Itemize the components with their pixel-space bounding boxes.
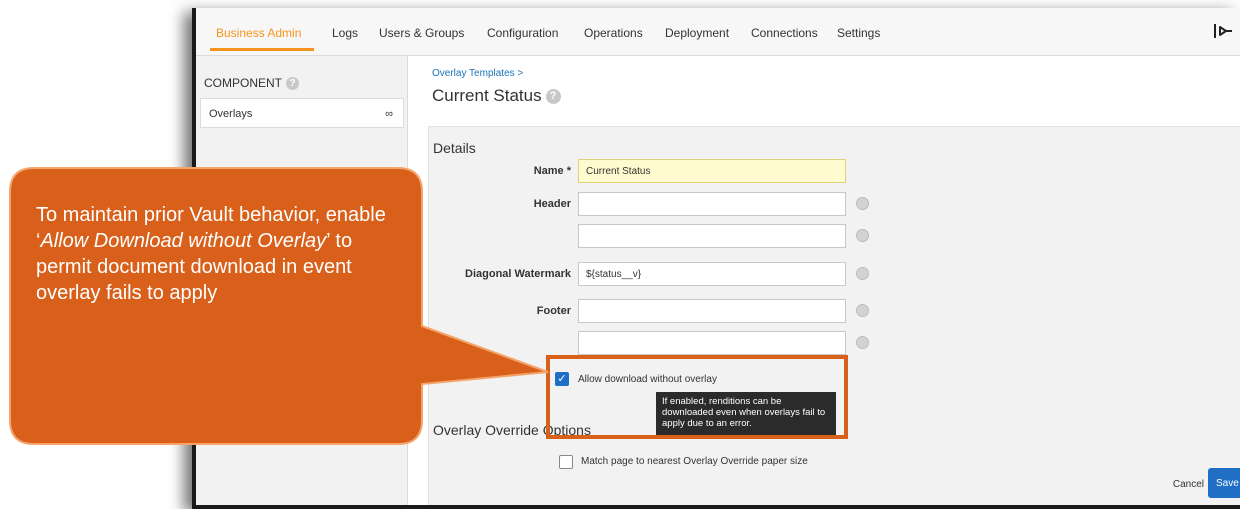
language-icon[interactable] bbox=[856, 197, 869, 210]
footer-field-1[interactable] bbox=[578, 299, 846, 323]
details-panel: Details Name * Current Status Header Dia… bbox=[428, 126, 1240, 505]
footer-field-2[interactable] bbox=[578, 331, 846, 355]
sidebar-item-overlays[interactable]: Overlays ∞ bbox=[200, 98, 404, 128]
nav-configuration[interactable]: Configuration bbox=[487, 26, 558, 40]
header-label: Header bbox=[533, 198, 571, 210]
nav-users-groups[interactable]: Users & Groups bbox=[379, 26, 464, 40]
sidebar-item-label: Overlays bbox=[209, 108, 253, 120]
watermark-field[interactable]: ${status__v} bbox=[578, 262, 846, 286]
language-icon[interactable] bbox=[856, 267, 869, 280]
nav-deployment[interactable]: Deployment bbox=[665, 26, 729, 40]
save-button[interactable]: Save bbox=[1208, 468, 1240, 498]
nav-business-admin[interactable]: Business Admin bbox=[216, 26, 301, 40]
nav-settings[interactable]: Settings bbox=[837, 26, 880, 40]
logout-icon[interactable] bbox=[1212, 22, 1234, 40]
language-icon[interactable] bbox=[856, 229, 869, 242]
callout-text: To maintain prior Vault behavior, enable… bbox=[36, 204, 386, 304]
match-paper-size-label: Match page to nearest Overlay Override p… bbox=[581, 456, 808, 467]
active-tab-indicator bbox=[210, 48, 314, 51]
name-label: Name * bbox=[533, 165, 571, 177]
page-title: Current Status? bbox=[432, 86, 561, 106]
name-field[interactable]: Current Status bbox=[578, 159, 846, 183]
nav-connections[interactable]: Connections bbox=[751, 26, 818, 40]
help-icon[interactable]: ? bbox=[545, 89, 561, 105]
binoculars-icon[interactable]: ∞ bbox=[385, 108, 393, 120]
breadcrumb[interactable]: Overlay Templates > bbox=[432, 68, 523, 79]
language-icon[interactable] bbox=[856, 304, 869, 317]
nav-logs[interactable]: Logs bbox=[332, 26, 358, 40]
top-navigation: Business Admin Logs Users & Groups Confi… bbox=[196, 8, 1240, 56]
help-icon[interactable]: ? bbox=[286, 77, 299, 91]
highlight-box bbox=[546, 355, 848, 439]
match-paper-size-checkbox[interactable] bbox=[559, 455, 573, 469]
header-field-1[interactable] bbox=[578, 192, 846, 216]
header-field-2[interactable] bbox=[578, 224, 846, 248]
nav-operations[interactable]: Operations bbox=[584, 26, 643, 40]
cancel-button[interactable]: Cancel bbox=[1173, 479, 1204, 490]
sidebar-title: COMPONENT? bbox=[204, 76, 299, 91]
footer-label: Footer bbox=[536, 305, 571, 317]
details-section-title: Details bbox=[433, 140, 476, 156]
watermark-label: Diagonal Watermark bbox=[465, 268, 571, 280]
language-icon[interactable] bbox=[856, 336, 869, 349]
